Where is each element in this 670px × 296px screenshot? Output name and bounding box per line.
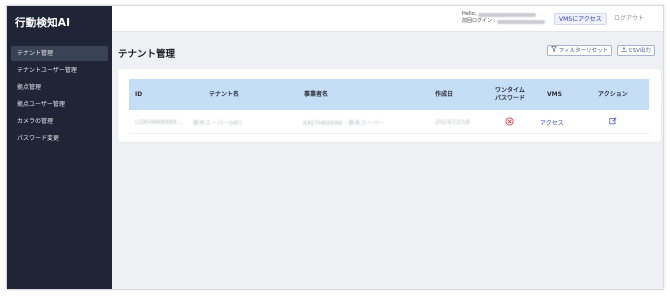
sidebar-nav: テナント管理 テナントユーザー管理 拠点管理 拠点ユーザー管理 カメラの管理 パ… — [11, 46, 108, 148]
sidebar-item-tenant-management[interactable]: テナント管理 — [11, 46, 108, 61]
column-header-company-name[interactable]: 事業者名 — [304, 79, 328, 110]
hello-label: Hello, — [462, 11, 477, 17]
cell-created-date: 2024/12/18 — [435, 118, 470, 126]
x-circle-icon[interactable] — [505, 116, 514, 128]
redacted-last-login — [497, 19, 546, 24]
column-header-action: アクション — [598, 90, 628, 98]
cell-company-name: KAETHKKKKK - 新木スーパー — [303, 119, 385, 127]
sidebar-item-tenant-user-management[interactable]: テナントユーザー管理 — [11, 63, 108, 78]
download-icon — [621, 46, 627, 56]
table-row[interactable]: LGKHWKKKKK... 新木スーパー(HF) KAETHKKKKK - 新木… — [129, 110, 649, 134]
column-header-vms: VMS — [547, 90, 562, 98]
redacted-user-name — [478, 12, 537, 17]
column-header-id[interactable]: ID — [135, 79, 142, 110]
user-greeting: Hello, 前回ログイン : — [462, 11, 546, 25]
sidebar: 行動検知AI テナント管理 テナントユーザー管理 拠点管理 拠点ユーザー管理 カ… — [7, 6, 112, 289]
tenant-table-card: ID テナント名 事業者名 作成日 ワンタイム パスワード VMS アクション … — [118, 69, 661, 142]
cell-tenant-name: 新木スーパー(HF) — [193, 119, 242, 127]
edit-icon[interactable] — [609, 117, 617, 127]
cell-one-time-password — [505, 110, 514, 134]
app-window: 行動検知AI テナント管理 テナントユーザー管理 拠点管理 拠点ユーザー管理 カ… — [6, 5, 664, 290]
vms-access-button[interactable]: VMSにアクセス — [554, 13, 607, 25]
top-header: Hello, 前回ログイン : VMSにアクセス ログアウト — [112, 6, 663, 32]
filter-reset-button[interactable]: フィルターリセット — [547, 45, 613, 56]
sidebar-item-camera-management[interactable]: カメラの管理 — [11, 114, 108, 129]
filter-icon — [551, 46, 557, 56]
filter-reset-label: フィルターリセット — [558, 48, 609, 54]
page-title: テナント管理 — [118, 49, 176, 60]
sidebar-item-password-change[interactable]: パスワード変更 — [11, 131, 108, 146]
column-header-tenant-name[interactable]: テナント名 — [209, 79, 239, 110]
vms-access-link[interactable]: アクセス — [540, 110, 564, 134]
app-logo: 行動検知AI — [15, 17, 71, 29]
sidebar-item-site-management[interactable]: 拠点管理 — [11, 80, 108, 95]
column-header-one-time-password: ワンタイム パスワード — [494, 86, 525, 102]
csv-export-button[interactable]: CSV出力 — [617, 45, 655, 56]
logout-button[interactable]: ログアウト — [610, 13, 648, 25]
column-header-created-date[interactable]: 作成日 — [435, 79, 453, 110]
cell-id: LGKHWKKKKK... — [135, 118, 183, 126]
cell-action — [609, 110, 617, 134]
last-login-label: 前回ログイン : — [462, 18, 496, 24]
sidebar-item-site-user-management[interactable]: 拠点ユーザー管理 — [11, 97, 108, 112]
table-header: ID テナント名 事業者名 作成日 ワンタイム パスワード VMS アクション — [129, 79, 649, 110]
tenant-table: ID テナント名 事業者名 作成日 ワンタイム パスワード VMS アクション … — [129, 79, 649, 134]
csv-export-label: CSV出力 — [628, 48, 651, 54]
